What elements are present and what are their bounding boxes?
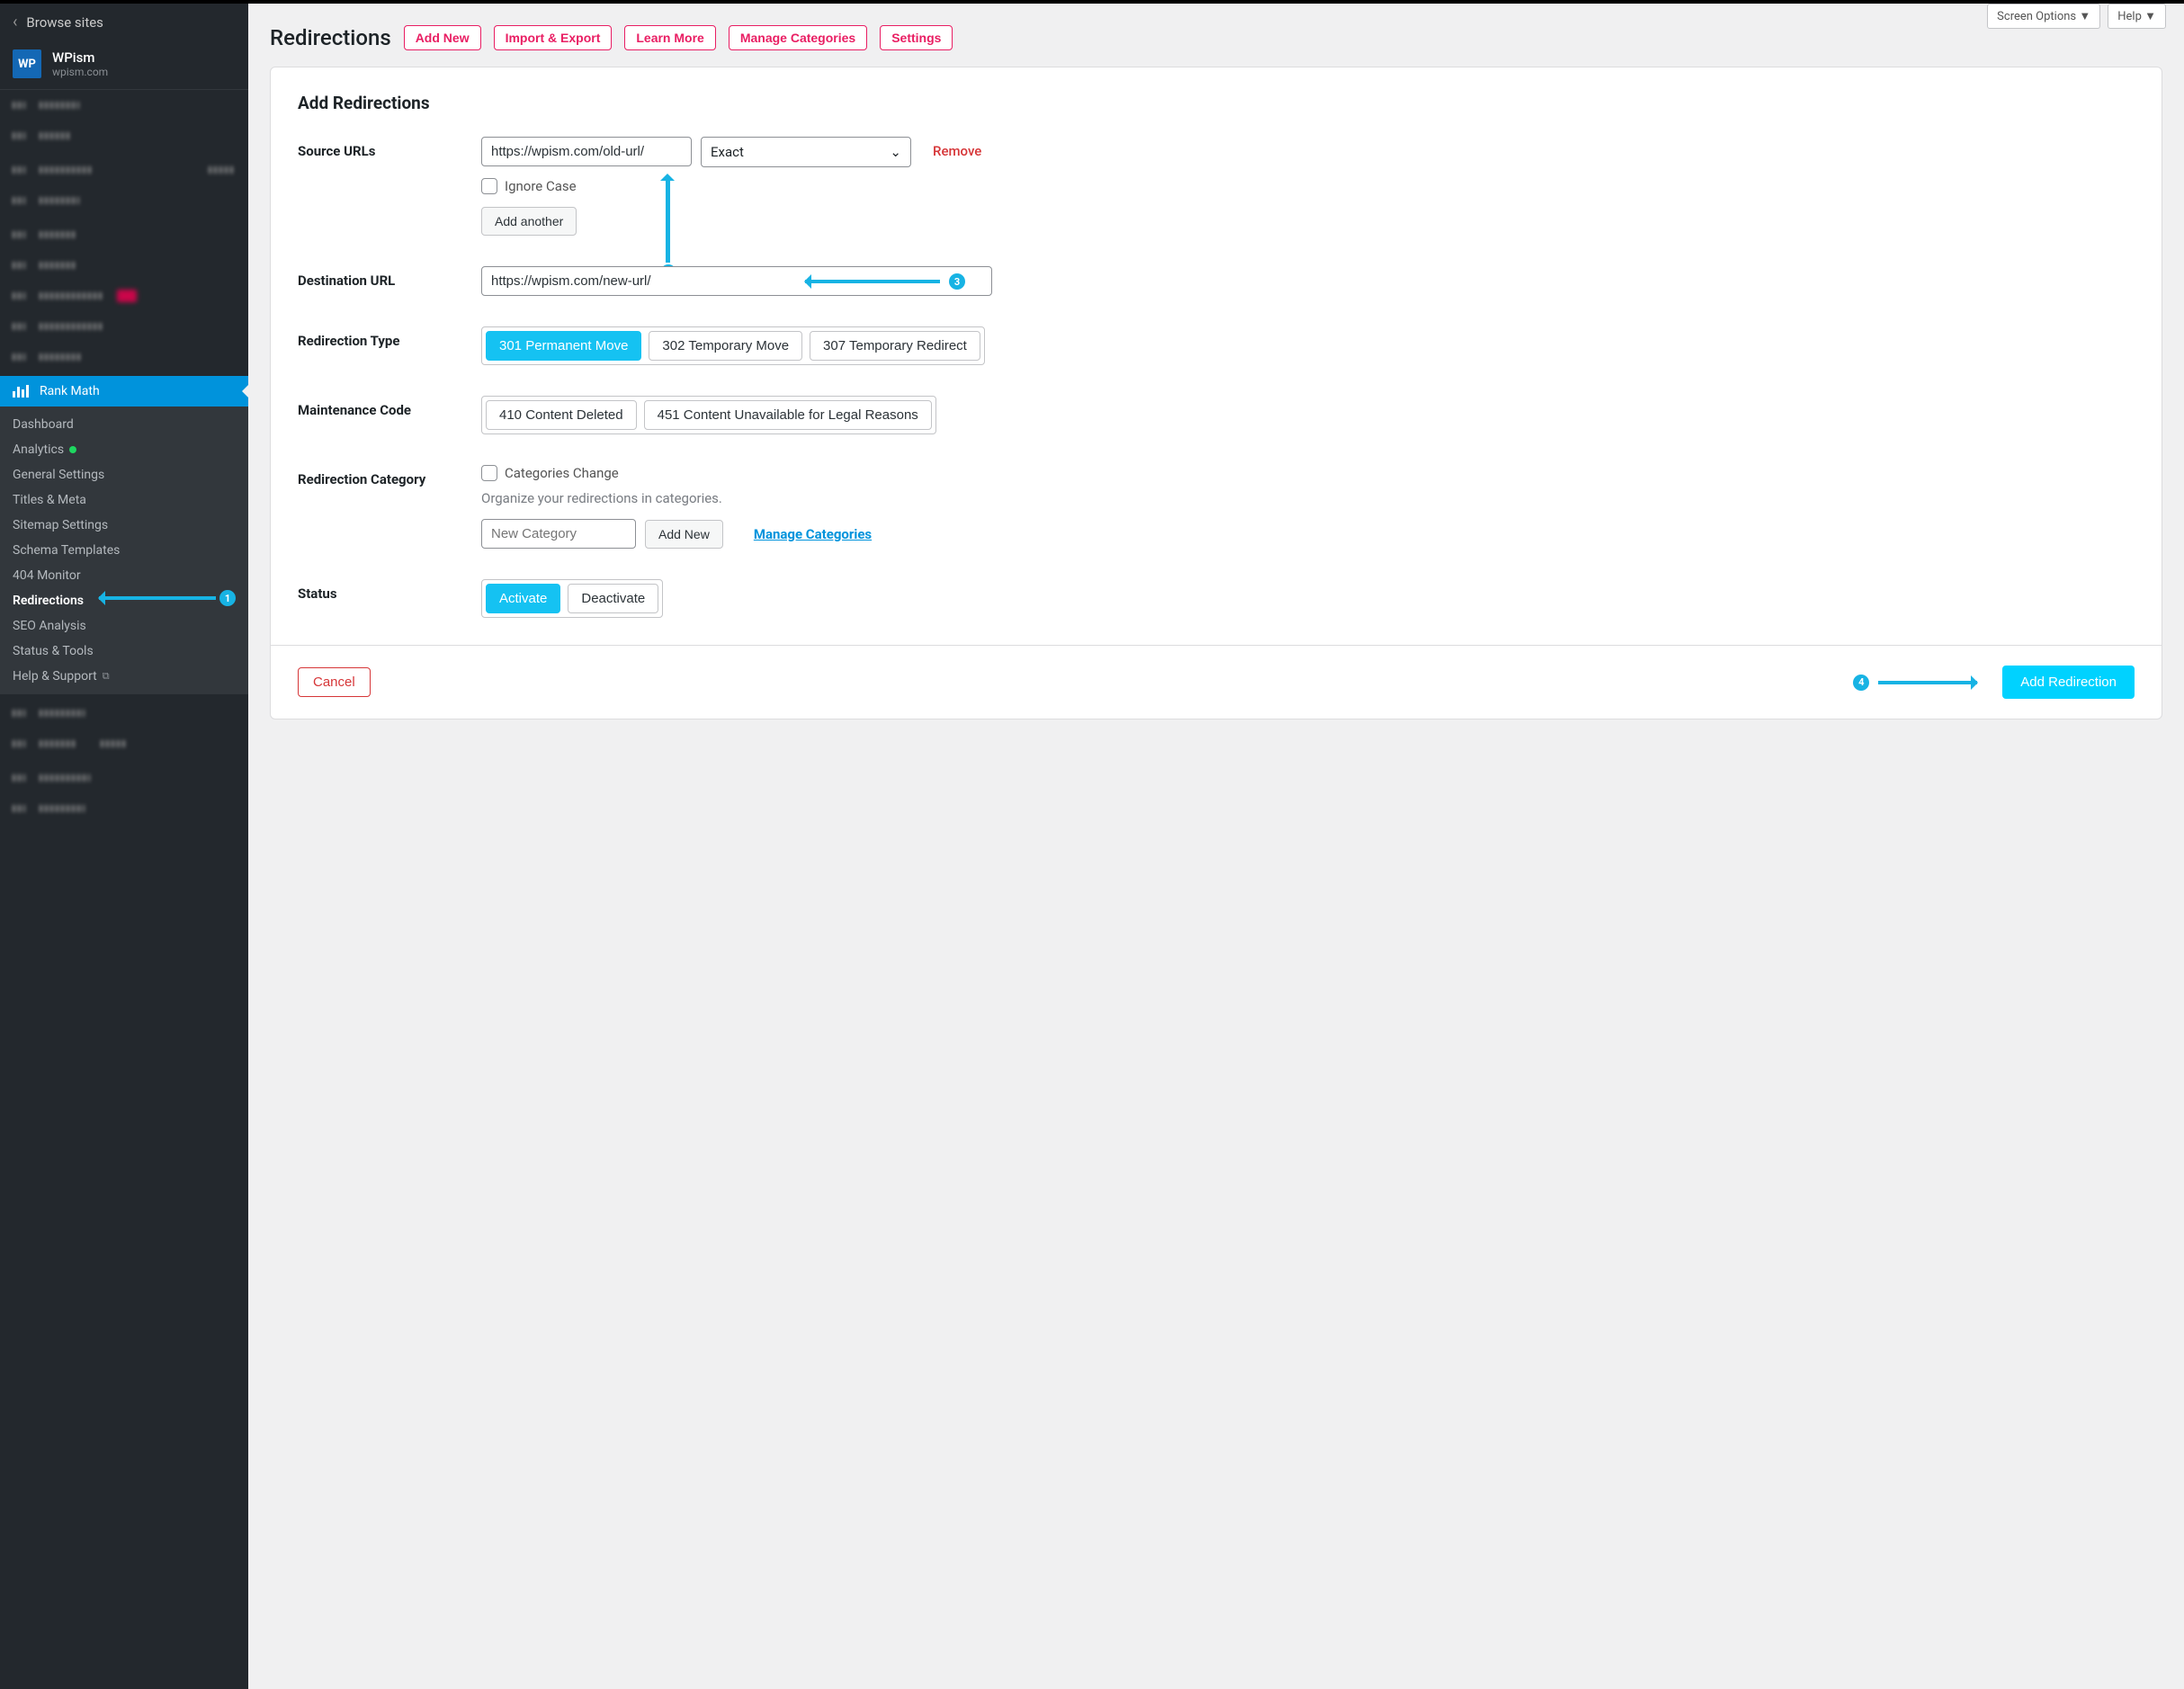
sidebar: ‹ Browse sites WP WPism wpism.com xyxy=(0,0,248,1689)
menu-item[interactable] xyxy=(0,185,248,216)
type-307-button[interactable]: 307 Temporary Redirect xyxy=(810,331,980,361)
checkbox-icon xyxy=(481,465,497,481)
menu-item[interactable] xyxy=(0,698,248,728)
annotation-arrow-4 xyxy=(1878,681,1977,684)
code-451-button[interactable]: 451 Content Unavailable for Legal Reason… xyxy=(644,400,932,430)
submenu-schema[interactable]: Schema Templates xyxy=(0,538,248,563)
category-help-text: Organize your redirections in categories… xyxy=(481,490,2135,506)
menu-item[interactable] xyxy=(0,155,248,185)
caret-down-icon: ▼ xyxy=(2079,10,2090,23)
annotation-arrow-3 xyxy=(805,280,940,283)
learn-more-button[interactable]: Learn More xyxy=(624,25,715,50)
chevron-left-icon: ‹ xyxy=(13,13,17,31)
type-302-button[interactable]: 302 Temporary Move xyxy=(649,331,802,361)
menu-item[interactable] xyxy=(0,793,248,824)
form-footer: Cancel 4 Add Redirection xyxy=(271,645,2162,719)
main-content: Screen Options ▼ Help ▼ Redirections Add… xyxy=(248,0,2184,1689)
menu-item[interactable] xyxy=(0,763,248,793)
page-header: Redirections Add New Import & Export Lea… xyxy=(248,4,2184,67)
redirection-type-group: 301 Permanent Move 302 Temporary Move 30… xyxy=(481,326,985,365)
rankmath-submenu: Dashboard Analytics General Settings Tit… xyxy=(0,407,248,694)
menu-item[interactable] xyxy=(0,342,248,372)
add-new-button[interactable]: Add New xyxy=(404,25,481,50)
redirection-form-card: Add Redirections Source URLs Exact ⌄ Rem… xyxy=(270,67,2162,719)
add-another-source-button[interactable]: Add another xyxy=(481,207,577,236)
site-switcher[interactable]: WP WPism wpism.com xyxy=(0,40,248,90)
menu-item[interactable] xyxy=(0,219,248,250)
checkbox-icon xyxy=(481,178,497,194)
annotation-badge-1: 1 xyxy=(219,590,236,606)
menu-bottom xyxy=(0,694,248,824)
menu-item[interactable] xyxy=(0,121,248,151)
browse-sites-label: Browse sites xyxy=(26,14,103,31)
submenu-dashboard[interactable]: Dashboard xyxy=(0,412,248,437)
menu-item[interactable] xyxy=(0,250,248,281)
status-dot-icon xyxy=(69,446,76,453)
help-button[interactable]: Help ▼ xyxy=(2108,4,2166,29)
submenu-status[interactable]: Status & Tools xyxy=(0,639,248,664)
menu-item[interactable] xyxy=(0,281,248,311)
maintenance-code-group: 410 Content Deleted 451 Content Unavaila… xyxy=(481,396,936,434)
add-redirection-button[interactable]: Add Redirection xyxy=(2002,666,2135,699)
manage-categories-link[interactable]: Manage Categories xyxy=(754,526,872,542)
match-type-select[interactable]: Exact ⌄ xyxy=(701,137,911,167)
status-label: Status xyxy=(298,579,460,618)
browse-sites-link[interactable]: ‹ Browse sites xyxy=(0,4,248,40)
status-group: Activate Deactivate xyxy=(481,579,663,618)
remove-source-link[interactable]: Remove xyxy=(933,137,981,159)
annotation-arrow-2 xyxy=(666,176,670,263)
chart-icon xyxy=(13,384,31,398)
settings-button[interactable]: Settings xyxy=(880,25,953,50)
type-301-button[interactable]: 301 Permanent Move xyxy=(486,331,641,361)
submenu-analytics[interactable]: Analytics xyxy=(0,437,248,462)
new-category-input[interactable] xyxy=(481,519,636,549)
menu-item-label: Rank Math xyxy=(40,384,100,398)
categories-change-checkbox[interactable]: Categories Change xyxy=(481,465,2135,481)
menu-item[interactable] xyxy=(0,90,248,121)
menu-item-rankmath[interactable]: Rank Math xyxy=(0,376,248,407)
redirection-type-label: Redirection Type xyxy=(298,326,460,365)
submenu-general[interactable]: General Settings xyxy=(0,462,248,487)
site-logo: WP xyxy=(13,49,41,78)
top-tools: Screen Options ▼ Help ▼ xyxy=(1987,4,2166,29)
source-url-input[interactable] xyxy=(481,137,692,166)
ignore-case-checkbox[interactable]: Ignore Case xyxy=(481,178,2135,194)
submenu-404[interactable]: 404 Monitor xyxy=(0,563,248,588)
submenu-help[interactable]: Help & Support⧉ xyxy=(0,664,248,689)
annotation-badge-3: 3 xyxy=(949,273,965,290)
status-deactivate-button[interactable]: Deactivate xyxy=(568,584,658,613)
submenu-titles[interactable]: Titles & Meta xyxy=(0,487,248,513)
screen-options-button[interactable]: Screen Options ▼ xyxy=(1987,4,2100,29)
source-urls-label: Source URLs xyxy=(298,137,460,236)
maintenance-code-label: Maintenance Code xyxy=(298,396,460,434)
cancel-button[interactable]: Cancel xyxy=(298,667,371,697)
redirection-category-label: Redirection Category xyxy=(298,465,460,549)
chevron-down-icon: ⌄ xyxy=(890,144,901,160)
page-title: Redirections xyxy=(270,25,391,50)
form-heading: Add Redirections xyxy=(298,93,2135,113)
menu-item[interactable] xyxy=(0,728,248,759)
annotation-badge-4: 4 xyxy=(1853,675,1869,691)
submenu-sitemap[interactable]: Sitemap Settings xyxy=(0,513,248,538)
site-domain: wpism.com xyxy=(52,66,108,78)
submenu-redirections[interactable]: Redirections 1 xyxy=(0,588,248,613)
external-link-icon: ⧉ xyxy=(103,670,110,683)
menu-item[interactable] xyxy=(0,311,248,342)
main-menu: Rank Math xyxy=(0,90,248,407)
destination-url-label: Destination URL xyxy=(298,266,460,296)
status-activate-button[interactable]: Activate xyxy=(486,584,560,613)
code-410-button[interactable]: 410 Content Deleted xyxy=(486,400,637,430)
manage-categories-button[interactable]: Manage Categories xyxy=(729,25,867,50)
add-new-category-button[interactable]: Add New xyxy=(645,520,723,549)
import-export-button[interactable]: Import & Export xyxy=(494,25,613,50)
site-name: WPism xyxy=(52,49,108,66)
submenu-seo-analysis[interactable]: SEO Analysis xyxy=(0,613,248,639)
caret-down-icon: ▼ xyxy=(2144,10,2156,23)
